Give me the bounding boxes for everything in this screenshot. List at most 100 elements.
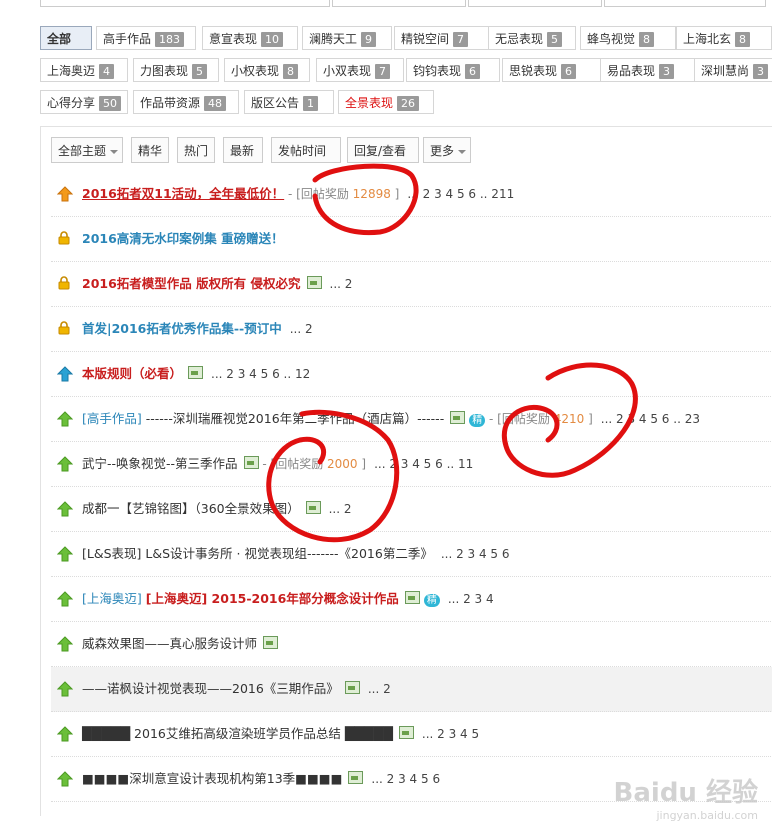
thread-title-link[interactable]: [上海奥迈] 2015-2016年部分概念设计作品 [146, 591, 399, 606]
dropdown-caret-icon [458, 149, 467, 154]
thread-title-link[interactable]: 2016拓者模型作品 版权所有 侵权必究 [82, 276, 301, 291]
filter-button[interactable]: 全部主题 [51, 137, 123, 163]
thread-arrow-icon [56, 771, 74, 787]
thread-line: 2016拓者模型作品 版权所有 侵权必究 ... 2 [82, 276, 352, 292]
category-count-badge: 4 [99, 64, 115, 79]
category-label: 思锐表现 [509, 64, 558, 78]
category-chip[interactable]: 全部 [40, 26, 92, 50]
category-chip[interactable]: 高手作品 183 [96, 26, 196, 50]
reply-reward: - [回帖奖励 12898 ] [284, 187, 400, 201]
category-count-badge: 10 [261, 32, 284, 47]
page-links[interactable]: ... 2 3 4 5 6 [441, 547, 510, 561]
category-chip[interactable]: 精锐空间 7 [394, 26, 490, 50]
filter-button[interactable]: 更多 [423, 137, 471, 163]
thread-title-link[interactable]: 本版规则（必看） [82, 366, 182, 381]
top-tab-left[interactable] [40, 0, 330, 7]
page-links[interactable]: ... 2 [368, 682, 391, 696]
category-chip[interactable]: 澜腾天工 9 [302, 26, 392, 50]
page-links[interactable]: ... 2 3 4 5 [422, 727, 479, 741]
thread-title-link[interactable]: ——诺枫设计视觉表现——2016《三期作品》 [82, 681, 339, 696]
watermark-brand: Baidu 经验 [613, 778, 758, 808]
baidu-watermark: Baidu 经验 jingyan.baidu.com [614, 772, 758, 822]
filter-label: 热门 [184, 144, 209, 158]
category-count-badge: 3 [659, 64, 675, 79]
reward-label: 回帖奖励 [300, 187, 349, 201]
category-chip[interactable]: 小权表现 8 [224, 58, 310, 82]
filter-button[interactable]: 最新 [223, 137, 263, 163]
thread-row: 本版规则（必看） ... 2 3 4 5 6 .. 12 [51, 352, 772, 397]
thread-line: 武宁--唤象视觉--第三季作品 - [回帖奖励 2000 ] ... 2 3 4 … [82, 456, 473, 472]
top-tab-mid[interactable] [332, 0, 466, 7]
page-links[interactable]: ... 2 3 4 5 6 [371, 772, 440, 786]
filter-button[interactable]: 精华 [131, 137, 169, 163]
thread-title-link[interactable]: 武宁--唤象视觉--第三季作品 [82, 456, 238, 471]
category-chip[interactable]: 心得分享 50 [40, 90, 128, 114]
category-label: 小双表现 [323, 64, 372, 78]
filter-label: 更多 [430, 144, 455, 158]
page-links[interactable]: ... 2 3 4 5 6 .. 11 [374, 457, 473, 471]
thread-title-link[interactable]: [L&S表现] L&S设计事务所 · 视觉表现组-------《2016第二季》 [82, 546, 433, 561]
category-chip[interactable]: 上海奥迈 4 [40, 58, 128, 82]
page-links[interactable]: ... 2 [290, 322, 313, 336]
category-label: 上海奥迈 [47, 64, 96, 78]
page-links[interactable]: ... 2 [330, 277, 353, 291]
thread-title-link[interactable]: 2016高清无水印案例集 重磅赠送！ [82, 231, 284, 246]
category-label: 钧钧表现 [413, 64, 462, 78]
image-attachment-icon [404, 591, 420, 604]
category-chip[interactable]: 上海北玄 8 [676, 26, 772, 50]
category-chip[interactable]: 钧钧表现 6 [406, 58, 500, 82]
thread-category-tag[interactable]: [高手作品] [82, 411, 142, 426]
page-links[interactable]: ... 2 3 4 [448, 592, 494, 606]
thread-line: █████ 2016艾维拓高级渲染班学员作品总结 █████ ... 2 3 4 … [82, 726, 479, 742]
thread-title-link[interactable]: 2016拓者双11活动，全年最低价！ [82, 186, 284, 201]
thread-row: 2016拓者双11活动，全年最低价！ - [回帖奖励 12898 ] ... 2 … [51, 172, 772, 217]
filter-label: 最新 [230, 144, 255, 158]
category-label: 高手作品 [103, 32, 152, 46]
top-tab-right[interactable] [604, 0, 766, 7]
top-tab-mid2[interactable] [468, 0, 602, 7]
thread-line: 2016拓者双11活动，全年最低价！ - [回帖奖励 12898 ] ... 2 … [82, 186, 514, 202]
category-chip[interactable]: 小双表现 7 [316, 58, 404, 82]
thread-line: 2016高清无水印案例集 重磅赠送！ [82, 231, 284, 247]
digest-badge: 精 [469, 414, 486, 427]
thread-category-tag[interactable]: [上海奥迈] [82, 591, 142, 606]
image-attachment-icon [306, 276, 322, 289]
category-chip[interactable]: 作品带资源 48 [133, 90, 239, 114]
category-chip[interactable]: 意宣表现 10 [202, 26, 298, 50]
page-links[interactable]: ... 2 3 4 5 6 .. 211 [407, 187, 514, 201]
category-chip[interactable]: 易品表现 3 [600, 58, 696, 82]
reward-value: 2000 [327, 457, 358, 471]
category-chip[interactable]: 力图表现 5 [133, 58, 219, 82]
thread-title-link[interactable]: ■■■■深圳意宣设计表现机构第13季■■■■ [82, 771, 342, 786]
category-chip[interactable]: 无忌表现 5 [488, 26, 576, 50]
category-chip[interactable]: 版区公告 1 [244, 90, 334, 114]
category-chip[interactable]: 深圳慧尚 3 [694, 58, 772, 82]
filter-label: 发帖时间 [278, 144, 327, 158]
page-links[interactable]: ... 2 [329, 502, 352, 516]
filter-button[interactable]: 发帖时间 [271, 137, 341, 163]
top-toolbar-remnant [0, 0, 772, 10]
category-chip[interactable]: 思锐表现 6 [502, 58, 602, 82]
image-attachment-icon [344, 681, 360, 694]
filter-button[interactable]: 回复/查看 [347, 137, 419, 163]
thread-title-link[interactable]: 成都一【艺锦铭图】（360全景效果图） [82, 501, 300, 516]
category-count-badge: 5 [192, 64, 208, 79]
page-links[interactable]: ... 2 3 4 5 6 .. 12 [211, 367, 310, 381]
category-count-badge: 9 [361, 32, 377, 47]
lock-icon [57, 231, 73, 247]
category-label: 小权表现 [231, 64, 280, 78]
thread-title-link[interactable]: 威森效果图——真心服务设计师 [82, 636, 257, 651]
category-chip[interactable]: 全景表现 26 [338, 90, 434, 114]
thread-title-link[interactable]: 首发|2016拓者优秀作品集--预订中 [82, 321, 282, 336]
category-chip[interactable]: 蜂鸟视觉 8 [580, 26, 676, 50]
thread-row: ——诺枫设计视觉表现——2016《三期作品》 ... 2 [51, 667, 772, 712]
page-links[interactable]: ... 2 3 4 5 6 .. 23 [601, 412, 700, 426]
filter-button[interactable]: 热门 [177, 137, 215, 163]
thread-arrow-icon [56, 591, 74, 607]
thread-title-link[interactable]: █████ 2016艾维拓高级渲染班学员作品总结 █████ [82, 726, 393, 741]
category-label: 无忌表现 [495, 32, 544, 46]
image-attachment-icon [450, 411, 466, 424]
thread-title-link[interactable]: ------深圳瑞雁视觉2016年第二季作品（酒店篇）------ [146, 411, 444, 426]
category-count-badge: 7 [453, 32, 469, 47]
reward-value: 4210 [553, 412, 585, 426]
